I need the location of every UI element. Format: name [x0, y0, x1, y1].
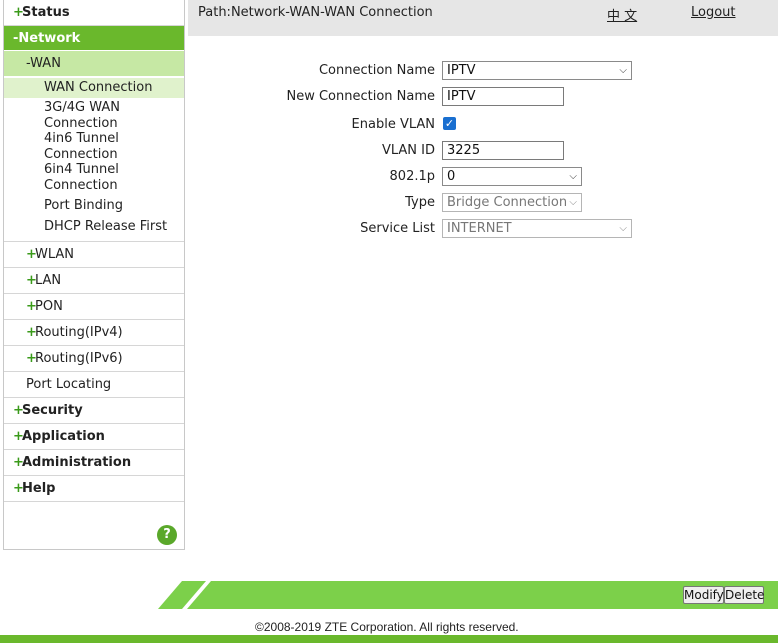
check-icon: ✓ [444, 117, 455, 130]
menu-pon[interactable]: +PON [4, 294, 184, 320]
menu-help[interactable]: +Help [4, 476, 184, 502]
plus-icon: + [26, 325, 37, 340]
help-icon[interactable]: ? [157, 525, 177, 545]
plus-icon: + [13, 429, 24, 444]
menu-wan-connection[interactable]: WAN Connection [4, 78, 184, 98]
menu-network[interactable]: -Network [4, 26, 184, 51]
menu-status-label: Status [22, 5, 70, 20]
bottom-bar [0, 635, 778, 643]
service-list-label: Service List [360, 221, 435, 236]
menu-routing-ipv6[interactable]: +Routing(IPv6) [4, 346, 184, 372]
8021p-value: 0 [447, 169, 456, 184]
vlan-id-value: 3225 [447, 143, 481, 158]
language-link[interactable]: 中 文 [607, 5, 637, 24]
menu-routing-ipv4-label: Routing(IPv4) [35, 325, 123, 340]
menu-4in6-line1: 4in6 Tunnel [44, 131, 119, 146]
menu-port-locating-label: Port Locating [26, 377, 112, 392]
wan-submenu: WAN Connection 3G/4G WAN Connection 4in6… [4, 76, 184, 242]
menu-status[interactable]: +Status [4, 0, 184, 26]
menu-lan-label: LAN [35, 273, 62, 288]
menu-administration-label: Administration [22, 455, 132, 470]
menu-port-binding[interactable]: Port Binding [4, 196, 184, 217]
service-list-select: INTERNET ⌵ [442, 219, 632, 238]
menu-lan[interactable]: +LAN [4, 268, 184, 294]
new-connection-name-input[interactable]: IPTV [442, 87, 564, 106]
8021p-select[interactable]: 0 ⌵ [442, 167, 582, 186]
chevron-down-icon: ⌵ [569, 171, 577, 182]
new-connection-name-label: New Connection Name [286, 89, 435, 104]
chevron-down-icon: ⌵ [619, 223, 627, 234]
menu-3g4g-line1: 3G/4G WAN [44, 100, 120, 115]
menu-wlan-label: WLAN [35, 247, 75, 262]
plus-icon: + [26, 299, 37, 314]
menu-security[interactable]: +Security [4, 398, 184, 424]
path-bar: Path:Network-WAN-WAN Connection 中 文 Logo… [188, 0, 778, 36]
menu-wan-label: -WAN [26, 56, 61, 71]
menu-port-locating[interactable]: Port Locating [4, 372, 184, 398]
connection-name-value: IPTV [447, 63, 476, 78]
menu-routing-ipv6-label: Routing(IPv6) [35, 351, 123, 366]
plus-icon: + [13, 481, 24, 496]
menu-6in4-line1: 6in4 Tunnel [44, 162, 119, 177]
type-value: Bridge Connection [447, 195, 568, 210]
menu-4in6-tunnel-connection[interactable]: 4in6 Tunnel Connection [4, 131, 184, 162]
plus-icon: + [26, 247, 37, 262]
menu-4in6-line2: Connection [44, 146, 118, 162]
enable-vlan-label: Enable VLAN [351, 117, 435, 132]
menu-network-label: -Network [13, 31, 81, 46]
breadcrumb: Path:Network-WAN-WAN Connection [198, 5, 433, 20]
copyright-text: ©2008-2019 ZTE Corporation. All rights r… [255, 620, 519, 634]
type-select: Bridge Connection ⌵ [442, 193, 582, 212]
menu-pon-label: PON [35, 299, 63, 314]
menu-3g4g-line2: Connection [44, 115, 118, 131]
plus-icon: + [13, 403, 24, 418]
plus-icon: + [13, 455, 24, 470]
service-list-value: INTERNET [447, 221, 512, 236]
connection-name-label: Connection Name [318, 63, 435, 78]
menu-dhcp-release-first[interactable]: DHCP Release First [4, 217, 184, 241]
menu-wlan[interactable]: +WLAN [4, 242, 184, 268]
connection-name-select[interactable]: IPTV ⌵ [442, 61, 632, 80]
menu-application-label: Application [22, 429, 105, 444]
menu-6in4-line2: Connection [44, 177, 118, 193]
menu-routing-ipv4[interactable]: +Routing(IPv4) [4, 320, 184, 346]
menu-administration[interactable]: +Administration [4, 450, 184, 476]
chevron-down-icon: ⌵ [569, 197, 577, 208]
plus-icon: + [26, 351, 37, 366]
modify-button[interactable]: Modify [683, 586, 724, 604]
menu-help-label: Help [22, 481, 56, 496]
menu-wan[interactable]: -WAN [4, 51, 184, 76]
menu-security-label: Security [22, 403, 83, 418]
menu-3g4g-wan-connection[interactable]: 3G/4G WAN Connection [4, 100, 184, 131]
enable-vlan-checkbox[interactable]: ✓ [443, 117, 456, 130]
menu-6in4-tunnel-connection[interactable]: 6in4 Tunnel Connection [4, 162, 184, 193]
delete-button[interactable]: Delete [724, 586, 764, 604]
type-label: Type [405, 195, 435, 210]
chevron-down-icon: ⌵ [619, 65, 627, 76]
vlan-id-label: VLAN ID [381, 143, 435, 158]
vlan-id-input[interactable]: 3225 [442, 141, 564, 160]
plus-icon: + [13, 5, 24, 20]
new-connection-name-value: IPTV [447, 89, 476, 104]
logout-link[interactable]: Logout [691, 5, 736, 20]
8021p-label: 802.1p [389, 169, 435, 184]
sidebar-menu: +Status -Network -WAN WAN Connection 3G/… [3, 0, 185, 550]
menu-application[interactable]: +Application [4, 424, 184, 450]
plus-icon: + [26, 273, 37, 288]
